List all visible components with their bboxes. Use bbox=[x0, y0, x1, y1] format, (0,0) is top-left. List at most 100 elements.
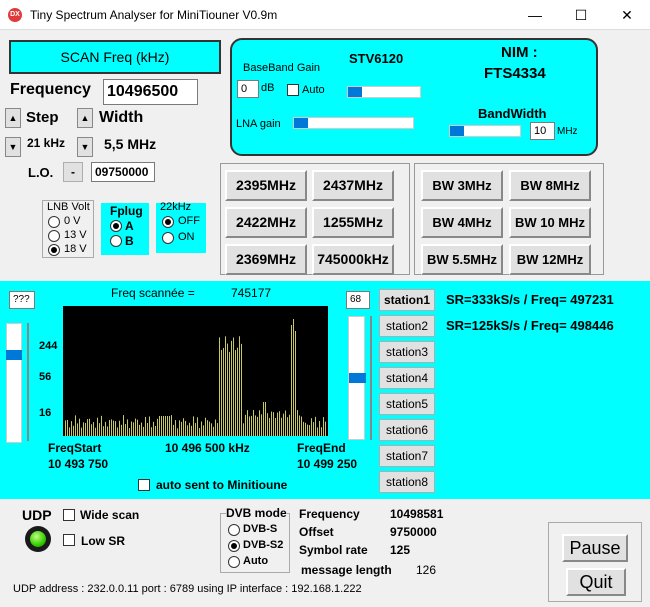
spectrum-bin bbox=[133, 422, 134, 436]
bw-preset-button-4[interactable]: BW 5.5MHz bbox=[421, 244, 503, 275]
dvb-mode-radio-1[interactable] bbox=[228, 540, 240, 552]
spectrum-bin bbox=[117, 427, 118, 436]
bw-preset-button-1[interactable]: BW 8MHz bbox=[509, 170, 591, 201]
freq-preset-button-5[interactable]: 745000kHz bbox=[312, 244, 394, 275]
spectrum-bin bbox=[237, 347, 238, 436]
step-up-button[interactable]: ▲ bbox=[5, 108, 21, 128]
fplug-radio-1[interactable] bbox=[110, 235, 122, 247]
spectrum-bin bbox=[225, 336, 226, 436]
lnb-volt-radio-0[interactable] bbox=[48, 216, 60, 228]
spectrum-bin bbox=[149, 416, 150, 436]
right-vertical-slider[interactable] bbox=[348, 316, 366, 440]
spectrum-bin bbox=[153, 421, 154, 436]
bw-preset-button-3[interactable]: BW 10 MHz bbox=[509, 207, 591, 238]
bw-preset-button-5[interactable]: BW 12MHz bbox=[509, 244, 591, 275]
scan-freq-button[interactable]: SCAN Freq (kHz) bbox=[9, 40, 221, 74]
freq-preset-button-2[interactable]: 2422MHz bbox=[225, 207, 307, 238]
spectrum-bin bbox=[89, 418, 90, 436]
fplug-label: Fplug bbox=[110, 204, 143, 218]
lo-sign-button[interactable]: - bbox=[63, 162, 83, 182]
right-slider-thumb[interactable] bbox=[349, 373, 366, 383]
lnb-volt-label-2: 18 V bbox=[64, 243, 87, 255]
spectrum-bin bbox=[189, 422, 190, 436]
22khz-label-0: OFF bbox=[178, 215, 200, 227]
station-button-4[interactable]: station4 bbox=[379, 367, 435, 389]
station-button-8[interactable]: station8 bbox=[379, 471, 435, 493]
spectrum-bin bbox=[173, 424, 174, 436]
22khz-radio-1[interactable] bbox=[162, 232, 174, 244]
lnb-volt-label-0: 0 V bbox=[64, 215, 81, 227]
baseband-input[interactable]: 0 bbox=[237, 80, 259, 98]
spectrum-bin bbox=[137, 419, 138, 436]
22khz-radio-0[interactable] bbox=[162, 216, 174, 228]
spectrum-plot bbox=[63, 306, 328, 436]
result-2: SR=125kS/s / Freq= 498446 bbox=[446, 318, 614, 333]
bandwidth-input[interactable]: 10 bbox=[530, 122, 555, 140]
spectrum-bin bbox=[233, 337, 234, 436]
spectrum-bin bbox=[281, 417, 282, 436]
quit-button[interactable]: Quit bbox=[566, 568, 626, 596]
spectrum-bin bbox=[167, 416, 168, 436]
dvb-mode-radio-2[interactable] bbox=[228, 556, 240, 568]
spectrum-bin bbox=[245, 414, 246, 436]
spectrum-bin bbox=[157, 418, 158, 436]
info-label-3: message length bbox=[301, 563, 392, 577]
station-button-2[interactable]: station2 bbox=[379, 315, 435, 337]
spectrum-bin bbox=[239, 336, 240, 436]
step-down-button[interactable]: ▼ bbox=[5, 137, 21, 157]
station-button-7[interactable]: station7 bbox=[379, 445, 435, 467]
bw-preset-button-0[interactable]: BW 3MHz bbox=[421, 170, 503, 201]
lna-slider[interactable] bbox=[293, 117, 414, 129]
station-button-5[interactable]: station5 bbox=[379, 393, 435, 415]
lo-input[interactable]: 09750000 bbox=[91, 162, 155, 182]
spectrum-bin bbox=[195, 423, 196, 436]
spectrum-bin bbox=[127, 419, 128, 436]
maximize-button[interactable]: ☐ bbox=[558, 0, 604, 30]
spectrum-bin bbox=[87, 419, 88, 436]
center-freq-value: 10 496 500 kHz bbox=[165, 441, 250, 455]
freq-preset-button-4[interactable]: 2369MHz bbox=[225, 244, 307, 275]
lnb-volt-radio-1[interactable] bbox=[48, 230, 60, 242]
freq-preset-button-1[interactable]: 2437MHz bbox=[312, 170, 394, 201]
auto-sent-checkbox[interactable] bbox=[138, 479, 150, 491]
frequency-input[interactable]: 10496500 bbox=[103, 79, 198, 105]
spectrum-bin bbox=[247, 410, 248, 436]
spectrum-bin bbox=[317, 427, 318, 436]
station-button-1[interactable]: station1 bbox=[379, 289, 435, 311]
width-down-button[interactable]: ▼ bbox=[77, 137, 93, 157]
low-sr-checkbox[interactable] bbox=[63, 534, 75, 546]
bandwidth-slider[interactable] bbox=[449, 125, 521, 137]
spectrum-bin bbox=[113, 420, 114, 436]
lnb-volt-radio-2[interactable] bbox=[48, 244, 60, 256]
left-slider-thumb[interactable] bbox=[6, 350, 22, 360]
baseband-slider[interactable] bbox=[347, 86, 421, 98]
station-button-3[interactable]: station3 bbox=[379, 341, 435, 363]
left-vertical-slider[interactable] bbox=[6, 323, 22, 443]
freq-preset-button-3[interactable]: 1255MHz bbox=[312, 207, 394, 238]
right-level-input[interactable]: 68 bbox=[346, 291, 370, 309]
lna-label: LNA gain bbox=[236, 118, 281, 130]
dvb-mode-radio-0[interactable] bbox=[228, 524, 240, 536]
spectrum-bin bbox=[229, 351, 230, 436]
spectrum-bin bbox=[283, 413, 284, 436]
freq-preset-button-0[interactable]: 2395MHz bbox=[225, 170, 307, 201]
fplug-radio-0[interactable] bbox=[110, 220, 122, 232]
close-button[interactable]: ✕ bbox=[604, 0, 650, 30]
pause-button[interactable]: Pause bbox=[562, 534, 628, 562]
bandwidth-unit: MHz bbox=[557, 126, 578, 137]
baseband-slider-thumb[interactable] bbox=[348, 87, 362, 97]
station-button-6[interactable]: station6 bbox=[379, 419, 435, 441]
window-title: Tiny Spectrum Analyser for MiniTiouner V… bbox=[30, 8, 278, 22]
lna-slider-thumb[interactable] bbox=[294, 118, 308, 128]
width-up-button[interactable]: ▲ bbox=[77, 108, 93, 128]
spectrum-bin bbox=[235, 350, 236, 436]
wide-scan-checkbox[interactable] bbox=[63, 509, 75, 521]
spectrum-bin bbox=[103, 426, 104, 436]
auto-checkbox[interactable] bbox=[287, 84, 299, 96]
freq-scan-value: 745177 bbox=[231, 286, 272, 300]
bw-preset-button-2[interactable]: BW 4MHz bbox=[421, 207, 503, 238]
bandwidth-slider-thumb[interactable] bbox=[450, 126, 464, 136]
minimize-button[interactable]: — bbox=[512, 0, 558, 30]
left-level-input[interactable]: ??? bbox=[9, 291, 35, 309]
spectrum-bin bbox=[275, 417, 276, 436]
